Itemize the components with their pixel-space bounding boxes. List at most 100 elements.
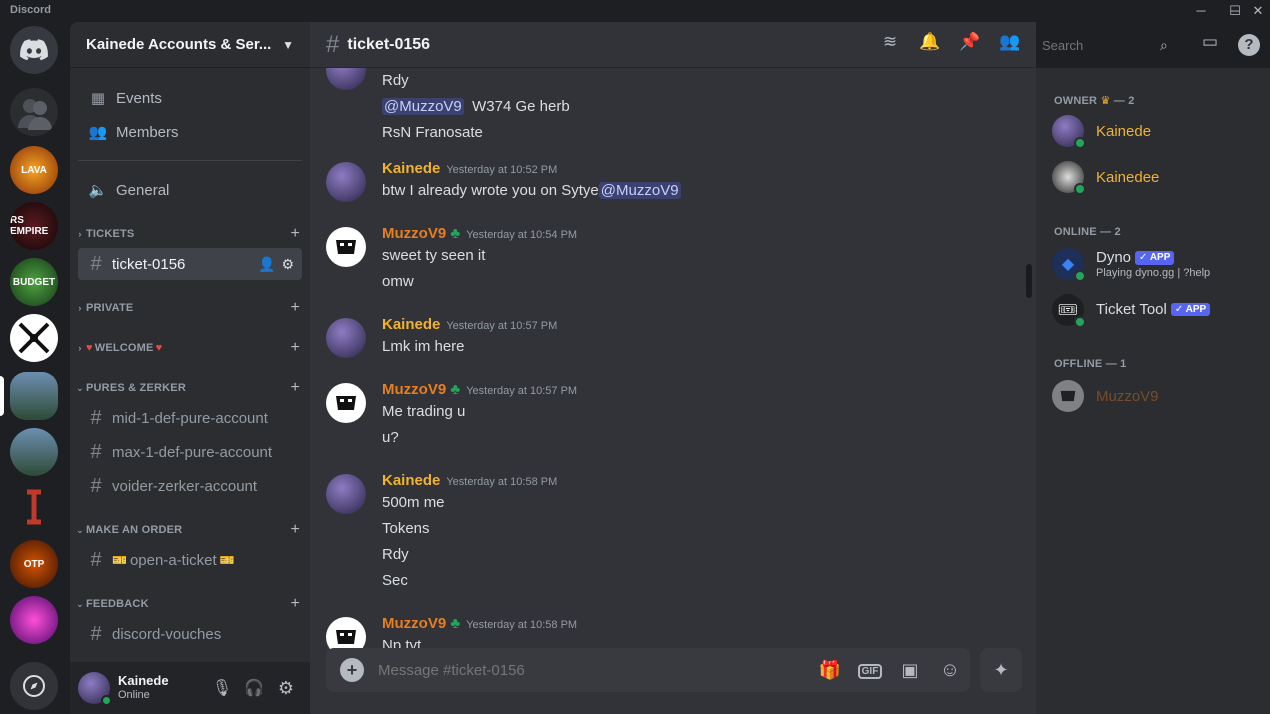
channel-voider[interactable]: # voider-zerker-account: [78, 470, 302, 502]
sticker-icon[interactable]: ▣: [890, 660, 930, 681]
members-link[interactable]: 👥 Members: [78, 116, 302, 148]
server-icon-lava[interactable]: LAVA: [10, 146, 58, 194]
message-author[interactable]: Kainede Yesterday at 10:57 PM: [382, 316, 557, 333]
server-header[interactable]: Kainede Accounts & Ser... ▼: [70, 22, 310, 68]
gift-icon[interactable]: 🎁: [810, 660, 850, 681]
server-icon-kainede[interactable]: [10, 372, 58, 420]
threads-icon[interactable]: ≋: [876, 32, 904, 52]
minimize-button-alt[interactable]: ─: [1184, 2, 1218, 20]
server-icon-neon[interactable]: [10, 596, 58, 644]
add-channel-icon[interactable]: +: [290, 225, 300, 243]
add-channel-icon[interactable]: +: [290, 379, 300, 397]
member-item[interactable]: ◆ Dyno ✓ APP Playing dyno.gg | ?help: [1052, 243, 1262, 285]
category-label: PRIVATE: [86, 302, 134, 314]
add-member-icon[interactable]: 👤: [258, 256, 275, 273]
avatar[interactable]: [326, 474, 366, 514]
channel-vouches[interactable]: # discord-vouches: [78, 618, 302, 650]
add-attachment-icon[interactable]: +: [340, 658, 364, 682]
channel-general[interactable]: 🔈 General: [78, 174, 302, 206]
category-order[interactable]: ⌄ MAKE AN ORDER +: [74, 520, 306, 540]
help-icon[interactable]: ?: [1238, 34, 1260, 56]
add-channel-icon[interactable]: +: [290, 521, 300, 539]
avatar: [1052, 380, 1084, 412]
inbox-icon[interactable]: ▭: [1196, 32, 1224, 52]
server-icon-letter[interactable]: [10, 484, 58, 532]
member-item[interactable]: MuzzoV9: [1052, 375, 1262, 417]
hash-icon: #: [326, 30, 340, 58]
server-icon-people[interactable]: [10, 88, 58, 136]
category-label: FEEDBACK: [86, 598, 149, 610]
avatar: ◆: [1052, 248, 1086, 282]
gif-label: GIF: [857, 664, 883, 679]
search-box[interactable]: ⌕: [1036, 33, 1182, 57]
channel-mid[interactable]: # mid-1-def-pure-account: [78, 402, 302, 434]
message-author[interactable]: Kainede Yesterday at 10:58 PM: [382, 472, 557, 489]
home-discord-icon[interactable]: [10, 26, 58, 74]
channel-open-a-ticket[interactable]: # 🎫 open-a-ticket 🎫: [78, 544, 302, 576]
notification-bell-icon[interactable]: 🔔: [916, 32, 944, 52]
group-header-offline: OFFLINE — 1: [1054, 358, 1127, 370]
member-item[interactable]: Kainede: [1052, 110, 1262, 152]
message-list: Rdy @MuzzoV9 W374 Ge herb RsN Franosate …: [310, 68, 1036, 652]
add-channel-icon[interactable]: +: [290, 339, 300, 357]
ticket-emoji-icon: 🎫: [219, 553, 235, 567]
events-link[interactable]: ▦ Events: [78, 82, 302, 114]
avatar[interactable]: [326, 617, 366, 652]
member-item[interactable]: 🎟 Ticket Tool ✓ APP: [1052, 289, 1262, 331]
message-text: RsN Franosate: [382, 124, 483, 141]
message-author[interactable]: MuzzoV9 ♣ Yesterday at 10:54 PM: [382, 225, 577, 242]
calendar-icon: ▦: [90, 90, 106, 107]
avatar[interactable]: [326, 162, 366, 202]
avatar[interactable]: [326, 227, 366, 267]
close-button[interactable]: ✕: [1246, 2, 1270, 20]
discover-compass-icon[interactable]: [10, 662, 58, 710]
add-channel-icon[interactable]: +: [290, 595, 300, 613]
server-icon-landscape[interactable]: [10, 428, 58, 476]
category-welcome[interactable]: › ♥ WELCOME ♥ +: [74, 338, 306, 358]
message-author[interactable]: MuzzoV9 ♣ Yesterday at 10:57 PM: [382, 381, 577, 398]
server-icon-rs-empire[interactable]: RS EMPIRE: [10, 202, 58, 250]
avatar[interactable]: [326, 318, 366, 358]
message-text: Rdy: [382, 72, 409, 89]
channel-sidebar: Kainede Accounts & Ser... ▼ ▦ Events 👥 M…: [70, 22, 310, 714]
channel-ticket-0156[interactable]: # ticket-0156 👤 ⚙: [78, 248, 302, 280]
hash-icon: #: [90, 548, 102, 571]
member-item[interactable]: Kainedee: [1052, 156, 1262, 198]
message-text: Tokens: [382, 520, 430, 537]
message-text: Me trading u: [382, 403, 466, 420]
chevron-down-icon: ⌄: [76, 382, 84, 393]
gear-icon[interactable]: ⚙: [281, 256, 294, 273]
message-author[interactable]: MuzzoV9 ♣ Yesterday at 10:58 PM: [382, 615, 577, 632]
category-pures[interactable]: ⌄ PURES & ZERKER +: [74, 378, 306, 398]
channel-max[interactable]: # max-1-def-pure-account: [78, 436, 302, 468]
server-icon-otp[interactable]: OTP: [10, 540, 58, 588]
category-tickets[interactable]: › TICKETS +: [74, 224, 306, 244]
category-feedback[interactable]: ⌄ FEEDBACK +: [74, 594, 306, 614]
avatar[interactable]: [78, 672, 112, 706]
search-input[interactable]: [1036, 37, 1160, 53]
gif-button[interactable]: GIF: [850, 661, 890, 679]
chevron-down-icon: ⌄: [76, 524, 84, 535]
category-private[interactable]: › PRIVATE +: [74, 298, 306, 318]
avatar[interactable]: [326, 68, 366, 90]
scrollbar-thumb[interactable]: [1026, 264, 1032, 298]
settings-gear-icon[interactable]: ⚙: [270, 678, 302, 699]
message-author[interactable]: Kainede Yesterday at 10:52 PM: [382, 160, 557, 177]
message-input[interactable]: [378, 661, 810, 679]
server-icon-budget[interactable]: BUDGET: [10, 258, 58, 306]
pinned-messages-icon[interactable]: 📌: [956, 32, 984, 52]
message-text: btw I already wrote you on Sytye @MuzzoV9: [382, 182, 681, 199]
emoji-icon[interactable]: ☺: [930, 659, 970, 682]
message-text: Rdy: [382, 546, 409, 563]
server-icon-swords[interactable]: [10, 314, 58, 362]
microphone-icon[interactable]: 🎙: [206, 678, 238, 698]
member-activity: Playing dyno.gg | ?help: [1096, 267, 1211, 279]
timestamp: Yesterday at 10:57 PM: [466, 385, 578, 397]
avatar[interactable]: [326, 383, 366, 423]
member-list-icon[interactable]: 👥: [996, 32, 1024, 52]
add-channel-icon[interactable]: +: [290, 299, 300, 317]
headphones-icon[interactable]: 🎧: [238, 678, 270, 698]
apps-icon[interactable]: ✦: [980, 648, 1022, 692]
user-mention[interactable]: @MuzzoV9: [382, 98, 464, 115]
user-mention[interactable]: @MuzzoV9: [598, 182, 681, 199]
